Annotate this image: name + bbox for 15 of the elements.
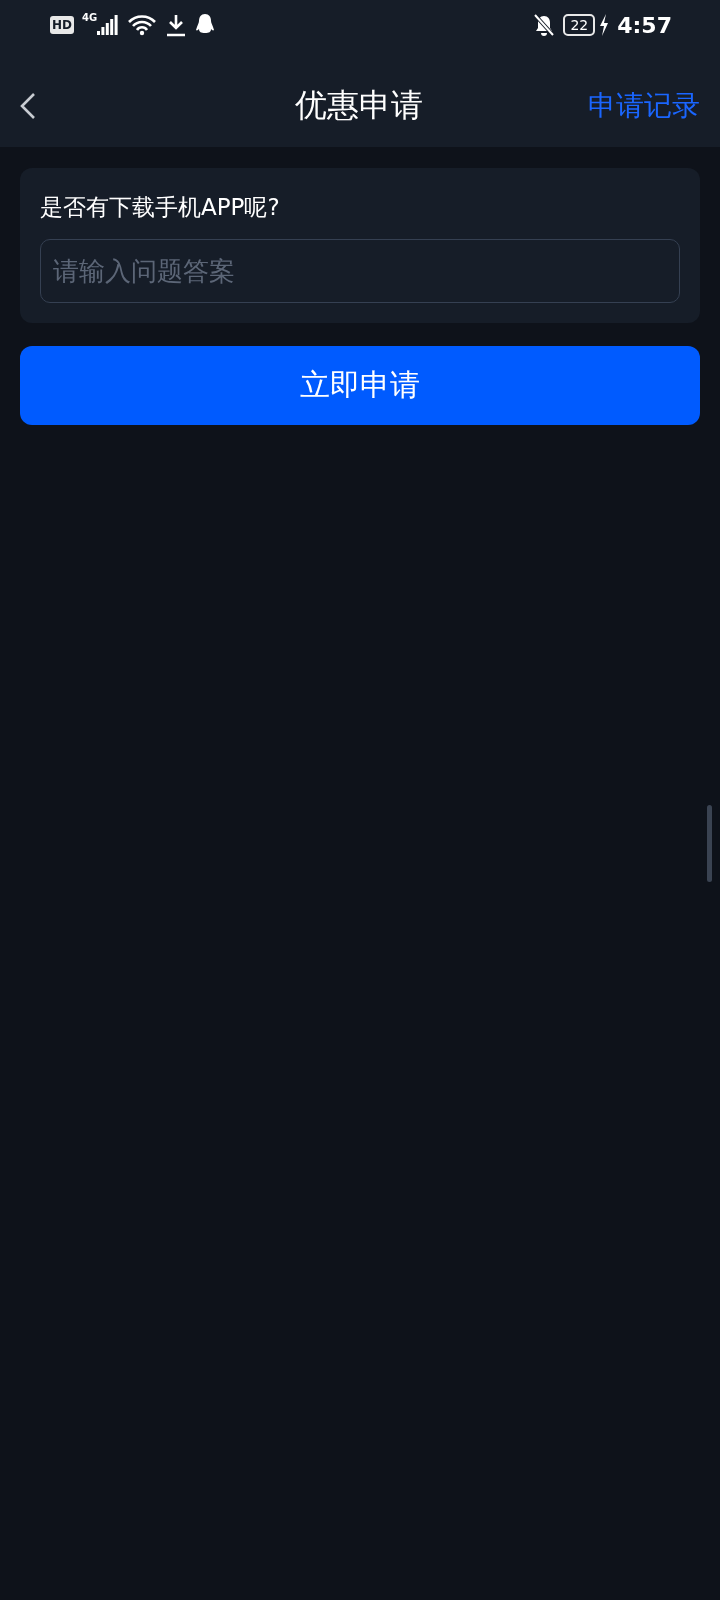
- charging-icon: [599, 14, 610, 36]
- question-label: 是否有下载手机APP呢?: [40, 193, 281, 222]
- network-label: 4G: [82, 12, 98, 23]
- hd-badge: HD: [50, 16, 74, 34]
- records-link[interactable]: 申请记录: [588, 86, 700, 125]
- bell-muted-icon: [533, 13, 556, 37]
- battery-level: 22: [563, 14, 596, 36]
- signal-icon: [97, 15, 120, 35]
- page-title: 优惠申请: [295, 84, 423, 126]
- back-icon[interactable]: [18, 90, 38, 121]
- wifi-icon: [127, 14, 158, 36]
- apply-button[interactable]: 立即申请: [20, 346, 700, 425]
- clock-time: 4:57: [617, 12, 672, 38]
- answer-field[interactable]: 请输入问题答案: [40, 239, 680, 303]
- download-icon: [165, 13, 188, 37]
